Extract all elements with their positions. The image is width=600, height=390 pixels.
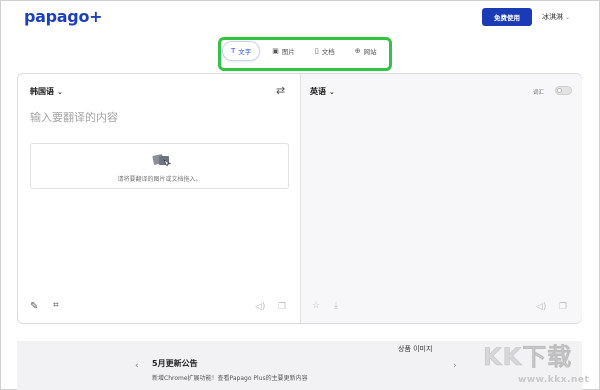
- tab-document[interactable]: ▯ 文档: [307, 41, 343, 61]
- text-icon: T: [231, 47, 236, 55]
- chevron-right-icon[interactable]: ›: [453, 361, 457, 371]
- watermark-text: KK下载: [483, 343, 573, 372]
- user-menu[interactable]: 冰淇淋 ⌄: [542, 12, 570, 22]
- source-language-select[interactable]: 韩国语 ⌄: [30, 86, 63, 97]
- translation-panel: 韩国语 ⌄ ⇄ 输入要翻译的内容 请将要翻译的图片或文档拖入。 ✎ ⌗ ◁) ❐…: [17, 73, 582, 324]
- announcement-description: 新增Chrome扩展功能！查看Papago Plus的主要更新内容: [152, 375, 308, 382]
- globe-icon: ⊕: [354, 47, 361, 55]
- handwriting-icon[interactable]: ✎: [30, 301, 38, 312]
- drop-zone-hint: 请将要翻译的图片或文档拖入。: [117, 176, 202, 183]
- toggle-knob: [557, 88, 562, 93]
- image-icon: ▣: [272, 47, 279, 55]
- target-language-select[interactable]: 英语 ⌄: [310, 86, 335, 97]
- drag-file-icon: [152, 154, 172, 167]
- site-watermark: KK下载 www.kkx.net: [480, 337, 596, 390]
- tab-image[interactable]: ▣ 图片: [264, 41, 303, 61]
- source-text-input[interactable]: 输入要翻译的内容: [30, 109, 118, 125]
- tab-text[interactable]: T 文字: [222, 41, 261, 61]
- target-panel: [301, 74, 582, 323]
- copy-icon[interactable]: ❐: [278, 302, 286, 312]
- papago-logo[interactable]: papago+: [24, 7, 103, 26]
- document-icon: ▯: [314, 47, 319, 55]
- speaker-icon[interactable]: ◁): [536, 302, 546, 312]
- dictionary-label: 词汇: [533, 90, 545, 96]
- file-drop-zone[interactable]: 请将要翻译的图片或文档拖入。: [30, 143, 289, 189]
- announcement-title[interactable]: 5月更新公告: [152, 358, 198, 369]
- crop-icon[interactable]: ⌗: [53, 300, 59, 311]
- free-use-button[interactable]: 免费使用: [482, 8, 532, 26]
- chevron-down-icon: ⌄: [565, 13, 571, 21]
- tab-website[interactable]: ⊕ 网站: [347, 41, 385, 61]
- copy-icon[interactable]: ❐: [559, 302, 567, 312]
- dictionary-toggle[interactable]: [555, 86, 572, 95]
- swap-languages-icon[interactable]: ⇄: [276, 84, 285, 97]
- announcement-image: 상품 이미지: [398, 345, 433, 353]
- user-name: 冰淇淋: [542, 13, 563, 21]
- download-icon[interactable]: ⤓: [334, 301, 338, 311]
- chevron-down-icon: ⌄: [329, 87, 335, 96]
- chevron-down-icon: ⌄: [57, 87, 63, 96]
- mode-tabs: T 文字 ▣ 图片 ▯ 文档 ⊕ 网站: [222, 41, 385, 61]
- chevron-left-icon[interactable]: ‹: [135, 361, 139, 371]
- speaker-icon[interactable]: ◁): [255, 302, 265, 312]
- watermark-url: www.kkx.net: [518, 375, 590, 385]
- panel-divider: [300, 74, 301, 323]
- star-icon[interactable]: ☆: [312, 301, 320, 311]
